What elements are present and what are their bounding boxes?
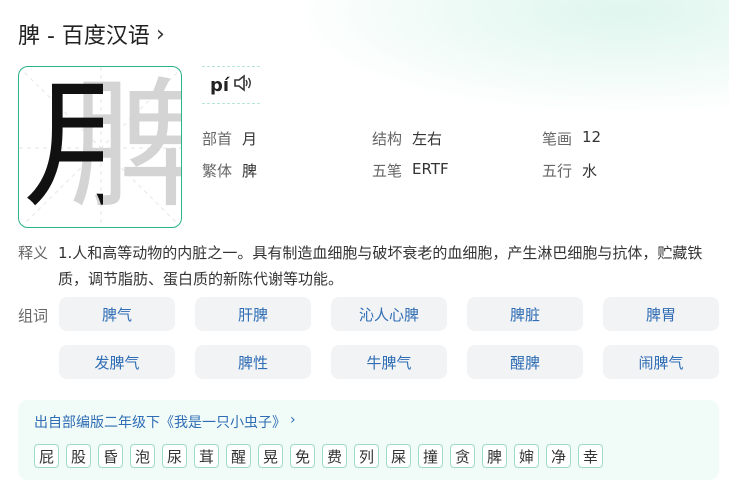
info-value: 12 bbox=[582, 127, 602, 146]
page-title-text: 脾 - 百度汉语 bbox=[18, 24, 150, 49]
char-chip[interactable]: 晃 bbox=[258, 444, 283, 468]
info-label: 结构 bbox=[372, 129, 403, 148]
char-chip[interactable]: 费 bbox=[322, 444, 347, 468]
char-chip[interactable]: 屎 bbox=[386, 444, 411, 468]
info-wuxing: 五行 水 bbox=[542, 160, 712, 181]
speaker-icon[interactable] bbox=[233, 74, 253, 96]
source-title: 出自部编版二年级下《我是一只小虫子》 bbox=[34, 415, 286, 431]
char-chip[interactable]: 昏 bbox=[98, 444, 123, 468]
words-label: 组词 bbox=[18, 307, 49, 325]
char-chip[interactable]: 净 bbox=[546, 444, 571, 468]
info-label: 部首 bbox=[202, 129, 233, 148]
char-chip[interactable]: 幸 bbox=[578, 444, 603, 468]
info-structure: 结构 左右 bbox=[372, 128, 542, 149]
background-glow bbox=[309, 0, 729, 110]
definition-text: 1.人和高等动物的内脏之一。具有制造血细胞与破坏衰老的血细胞，产生淋巴细胞与抗体… bbox=[58, 244, 703, 288]
definition: 释义 1.人和高等动物的内脏之一。具有制造血细胞与破坏衰老的血细胞，产生淋巴细胞… bbox=[18, 240, 718, 292]
char-chip[interactable]: 泡 bbox=[130, 444, 155, 468]
char-chip[interactable]: 贪 bbox=[450, 444, 475, 468]
info-strokes: 笔画 12 bbox=[542, 128, 712, 149]
char-chip[interactable]: 屁 bbox=[34, 444, 59, 468]
info-traditional: 繁体 脾 bbox=[202, 160, 372, 181]
word-chip[interactable]: 醒脾 bbox=[467, 345, 583, 379]
chevron-right-icon: › bbox=[155, 21, 165, 47]
word-chip[interactable]: 脾性 bbox=[195, 345, 311, 379]
definition-label: 释义 bbox=[18, 244, 49, 262]
char-chip[interactable]: 尿 bbox=[162, 444, 187, 468]
info-value: 左右 bbox=[412, 129, 443, 148]
info-value: 脾 bbox=[242, 161, 258, 180]
char-chip[interactable]: 股 bbox=[66, 444, 91, 468]
word-chip[interactable]: 牛脾气 bbox=[331, 345, 447, 379]
char-chip[interactable]: 列 bbox=[354, 444, 379, 468]
word-chip[interactable]: 脾脏 bbox=[467, 297, 583, 331]
char-chip[interactable]: 撞 bbox=[418, 444, 443, 468]
char-chip[interactable]: 免 bbox=[290, 444, 315, 468]
pinyin-text: pí bbox=[210, 74, 230, 96]
info-label: 繁体 bbox=[202, 161, 233, 180]
character-info: 部首 月 结构 左右 笔画 12 繁体 脾 五笔 ERTF 五行 水 bbox=[202, 122, 712, 186]
info-radical: 部首 月 bbox=[202, 128, 372, 149]
char-chip[interactable]: 茸 bbox=[194, 444, 219, 468]
chevron-right-icon: › bbox=[290, 412, 296, 428]
page-title[interactable]: 脾 - 百度汉语 › bbox=[18, 18, 165, 50]
character-display: 脾 月 bbox=[18, 66, 182, 228]
word-chip[interactable]: 闹脾气 bbox=[603, 345, 719, 379]
info-label: 五笔 bbox=[372, 161, 403, 180]
source-link[interactable]: 出自部编版二年级下《我是一只小虫子》 › bbox=[34, 412, 703, 432]
char-chip[interactable]: 脾 bbox=[482, 444, 507, 468]
info-label: 五行 bbox=[542, 161, 573, 180]
char-chip[interactable]: 醒 bbox=[226, 444, 251, 468]
info-label: 笔画 bbox=[542, 129, 573, 148]
word-grid: 脾气 肝脾 沁人心脾 脾脏 脾胃 发脾气 脾性 牛脾气 醒脾 闹脾气 bbox=[59, 297, 719, 379]
word-chip[interactable]: 发脾气 bbox=[59, 345, 175, 379]
source-panel: 出自部编版二年级下《我是一只小虫子》 › 屁 股 昏 泡 尿 茸 醒 晃 免 费… bbox=[18, 400, 719, 480]
info-row: 部首 月 结构 左右 笔画 12 bbox=[202, 122, 712, 154]
stroke-order-component: 月 bbox=[23, 67, 103, 227]
char-chip[interactable]: 婶 bbox=[514, 444, 539, 468]
word-chip[interactable]: 脾气 bbox=[59, 297, 175, 331]
word-chip[interactable]: 沁人心脾 bbox=[331, 297, 447, 331]
info-value: 月 bbox=[242, 129, 258, 148]
info-row: 繁体 脾 五笔 ERTF 五行 水 bbox=[202, 154, 712, 186]
source-char-list: 屁 股 昏 泡 尿 茸 醒 晃 免 费 列 屎 撞 贪 脾 婶 净 幸 bbox=[34, 444, 703, 468]
info-wubi: 五笔 ERTF bbox=[372, 160, 542, 181]
info-value: 水 bbox=[582, 161, 598, 180]
pinyin-box[interactable]: pí bbox=[202, 66, 260, 104]
info-value: ERTF bbox=[412, 159, 449, 178]
word-chip[interactable]: 肝脾 bbox=[195, 297, 311, 331]
word-chip[interactable]: 脾胃 bbox=[603, 297, 719, 331]
